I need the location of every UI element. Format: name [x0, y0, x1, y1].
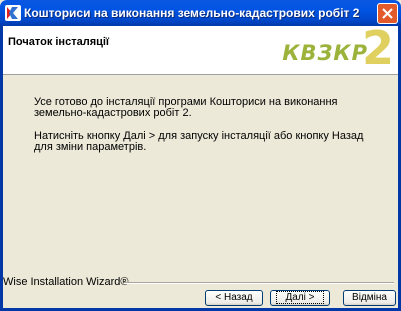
kvzkr-logo: КВЗКР 2: [282, 25, 394, 71]
app-icon: [5, 5, 21, 21]
close-icon: [382, 8, 393, 19]
back-button[interactable]: < Назад: [205, 290, 263, 306]
wizard-body: Усе готово до інсталяції програми Коштор…: [34, 97, 379, 165]
wizard-header: Початок інсталяції КВЗКР 2: [3, 25, 398, 75]
next-button-label: Далі >: [276, 291, 324, 304]
next-button[interactable]: Далі >: [270, 290, 330, 306]
logo-digit: 2: [361, 21, 394, 75]
footer-divider: [124, 282, 394, 284]
instructions-message: Натисніть кнопку Далі > для запуску інст…: [34, 130, 364, 153]
wise-brand-label: Wise Installation Wizard®: [3, 276, 129, 288]
cancel-button[interactable]: Відміна: [343, 290, 396, 306]
logo-text: КВЗКР: [282, 41, 368, 65]
title-bar[interactable]: Кошториси на виконання земельно-кадастро…: [0, 0, 401, 26]
ready-message: Усе готово до інсталяції програми Коштор…: [34, 96, 338, 119]
page-title: Початок інсталяції: [8, 36, 110, 48]
window-title: Кошториси на виконання земельно-кадастро…: [24, 6, 360, 20]
